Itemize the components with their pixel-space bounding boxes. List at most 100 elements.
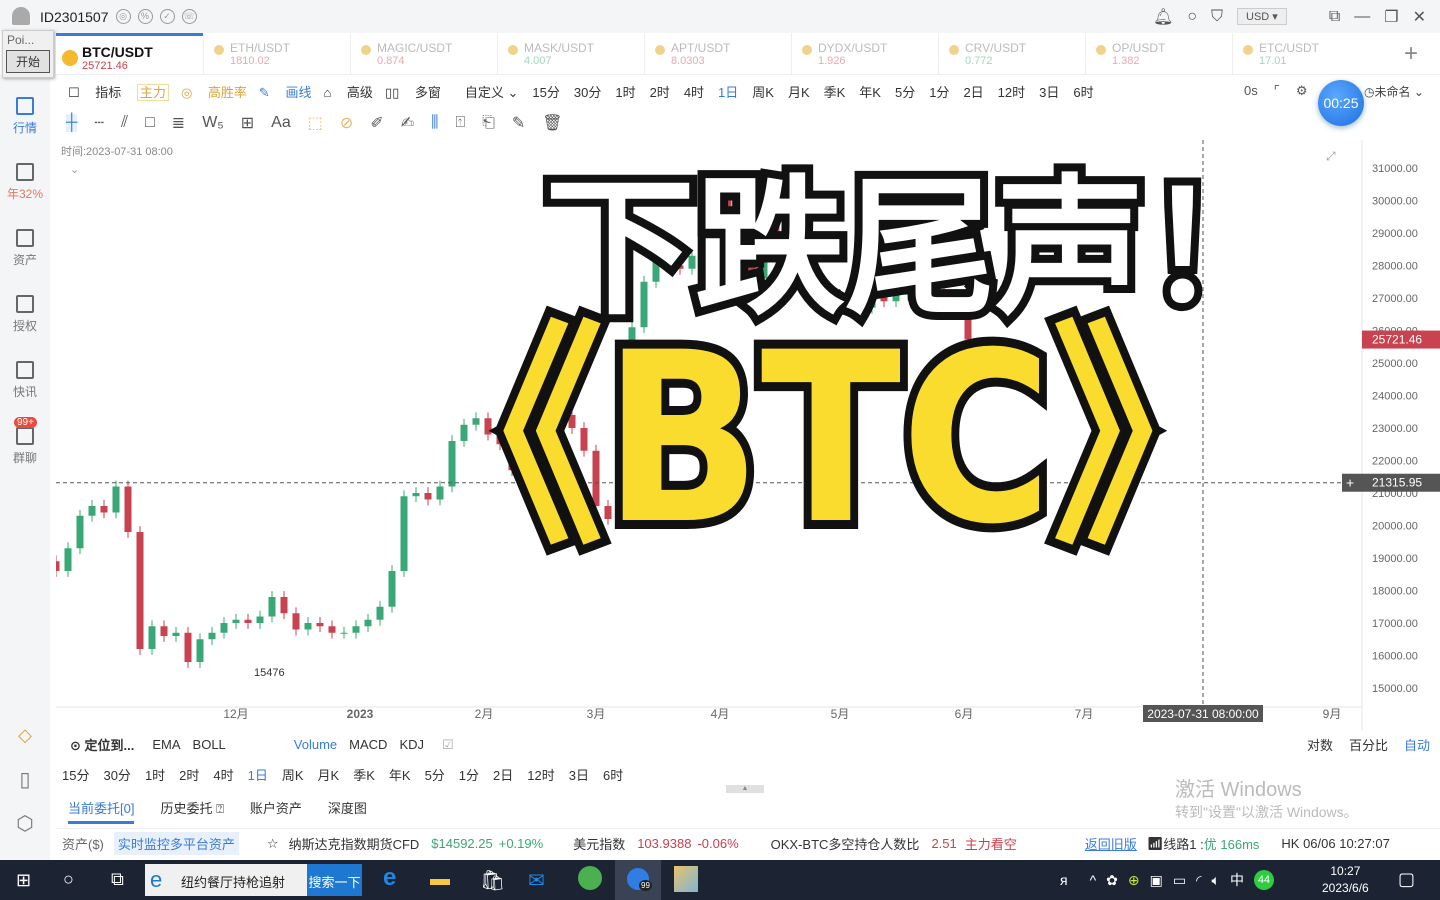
period-15分[interactable]: 15分 xyxy=(532,82,559,101)
close-button[interactable]: ✕ xyxy=(1413,7,1426,27)
layout-select[interactable]: ◷未命名 ⌄ xyxy=(1364,83,1424,100)
symbol-tab[interactable]: OP/USDT 1.382 xyxy=(1085,33,1232,75)
symbol-tab[interactable]: APT/USDT 8.0303 xyxy=(644,33,791,75)
add-tab-button[interactable]: + xyxy=(1404,40,1418,68)
symbol-tab[interactable]: BTC/USDT 25721.46 xyxy=(56,33,203,75)
period-1时[interactable]: 1时 xyxy=(615,82,635,101)
diamond-icon[interactable]: ◇ xyxy=(0,725,50,746)
advanced-button[interactable]: ⌂ 高级 xyxy=(323,82,372,101)
log-scale-button[interactable]: 对数 xyxy=(1307,735,1333,754)
sidebar-item-yield[interactable]: 年32% xyxy=(0,163,50,202)
brush-icon[interactable]: ✍ xyxy=(401,113,414,133)
people-icon[interactable]: ᴙ xyxy=(1060,872,1068,888)
ruler-icon[interactable]: ✐ xyxy=(370,113,383,133)
taskbar-clock[interactable]: 10:27 2023/6/6 xyxy=(1322,863,1369,897)
start-button[interactable]: 开始 xyxy=(6,50,50,73)
bookmark-icon[interactable]: ⎗ xyxy=(482,114,495,132)
symbol-tab[interactable]: CRV/USDT 0.772 xyxy=(938,33,1085,75)
multi-window-button[interactable]: ▯▯ 多窗 xyxy=(385,82,441,101)
power-icon[interactable]: ▭ xyxy=(1173,872,1186,889)
wave-tool-icon[interactable]: W₅ xyxy=(202,114,224,132)
period-15分[interactable]: 15分 xyxy=(62,765,89,784)
period-6时[interactable]: 6时 xyxy=(603,765,623,784)
wifi-icon[interactable]: ◜ xyxy=(1196,872,1201,889)
symbol-tab[interactable]: MASK/USDT 4.007 xyxy=(497,33,644,75)
mail-icon[interactable]: ✉ xyxy=(528,868,545,893)
phone-icon[interactable]: ☏ xyxy=(181,9,197,24)
draw-button[interactable]: ✎ 画线 xyxy=(259,82,312,101)
period-2时[interactable]: 2时 xyxy=(179,765,199,784)
symbol-tab[interactable]: ETC/USDT 17.01 xyxy=(1232,33,1379,75)
period-年K[interactable]: 年K xyxy=(859,82,881,101)
period-年K[interactable]: 年K xyxy=(389,765,411,784)
avatar[interactable] xyxy=(12,7,30,25)
candles-icon[interactable]: ⫼ xyxy=(431,114,438,132)
app-map-icon[interactable] xyxy=(674,866,698,892)
period-月K[interactable]: 月K xyxy=(788,82,810,101)
period-1日[interactable]: 1日 xyxy=(718,82,738,101)
period-2日[interactable]: 2日 xyxy=(493,765,513,784)
period-4时[interactable]: 4时 xyxy=(684,82,704,101)
lock-icon[interactable]: ⍐ xyxy=(455,114,465,132)
edge-icon[interactable]: e xyxy=(383,864,396,892)
tray-badge[interactable]: 44 xyxy=(1253,870,1274,890)
period-5分[interactable]: 5分 xyxy=(425,765,445,784)
sidebar-item-market[interactable]: 行情 xyxy=(0,97,50,136)
period-5分[interactable]: 5分 xyxy=(895,82,915,101)
tablet-icon[interactable]: ▯ xyxy=(0,767,50,792)
app-green-icon[interactable] xyxy=(578,866,602,890)
collapse-handle[interactable]: ▲ xyxy=(726,785,764,793)
period-2日[interactable]: 2日 xyxy=(963,82,983,101)
period-月K[interactable]: 月K xyxy=(318,765,340,784)
tray-app-icon[interactable]: ✿ xyxy=(1106,872,1118,889)
trash-icon[interactable]: 🗑︎ xyxy=(542,113,562,133)
notification-icon[interactable]: ▢ xyxy=(1398,869,1415,890)
boll-toggle[interactable]: BOLL xyxy=(193,737,226,752)
tab-account-assets[interactable]: 账户资产 xyxy=(250,798,302,824)
maximize-button[interactable]: ❐ xyxy=(1384,7,1398,27)
screenshot-icon[interactable]: ⌜ xyxy=(1274,83,1280,99)
text-tool-icon[interactable]: Aa xyxy=(271,114,291,132)
sidebar-item-chat[interactable]: 群聊 99+ xyxy=(0,417,50,466)
note-icon[interactable]: ✎ xyxy=(512,113,525,133)
search-icon[interactable]: ○ xyxy=(1187,8,1197,26)
sidebar-item-auth[interactable]: 授权 xyxy=(0,295,50,334)
period-3日[interactable]: 3日 xyxy=(1039,82,1059,101)
period-1分[interactable]: 1分 xyxy=(929,82,949,101)
app-trading-icon[interactable]: 99 xyxy=(615,860,661,900)
currency-select[interactable]: USD ▾ xyxy=(1237,8,1287,25)
period-4时[interactable]: 4时 xyxy=(213,765,233,784)
line-label[interactable]: 线路1 : xyxy=(1163,834,1203,853)
ime-indicator[interactable]: 中 xyxy=(1230,870,1244,890)
settings-icon[interactable]: ⚙ xyxy=(1296,83,1308,99)
tab-history-orders[interactable]: 历史委托 ⍰ xyxy=(160,798,223,824)
chevron-up-icon[interactable]: ^ xyxy=(1090,872,1097,888)
search-button[interactable]: 搜索一下 xyxy=(307,864,362,896)
period-30分[interactable]: 30分 xyxy=(574,82,601,101)
period-30分[interactable]: 30分 xyxy=(103,765,130,784)
period-12时[interactable]: 12时 xyxy=(998,82,1025,101)
symbol-tab[interactable]: ETH/USDT 1810.02 xyxy=(203,33,350,75)
bell-icon[interactable]: 🔔︎ xyxy=(1153,7,1173,27)
windows-start-icon[interactable]: ⊞ xyxy=(16,870,31,891)
fibonacci-tool-icon[interactable]: ≣ xyxy=(172,113,185,133)
tray-window-icon[interactable]: ▣ xyxy=(1150,872,1163,889)
link-icon[interactable]: ⊘ xyxy=(340,113,353,133)
symbol-tab[interactable]: MAGIC/USDT 0.874 xyxy=(350,33,497,75)
locate-button[interactable]: ⊙ 定位到... xyxy=(70,735,134,754)
volume-icon[interactable]: 🔈︎ xyxy=(1212,872,1220,889)
sidebar-item-news[interactable]: 快讯 xyxy=(0,361,50,400)
sidebar-item-assets[interactable]: 资产 xyxy=(0,229,50,268)
timer-bubble[interactable]: 00:25 xyxy=(1318,80,1364,126)
rectangle-tool-icon[interactable]: □ xyxy=(145,114,155,132)
kdj-toggle[interactable]: KDJ xyxy=(399,737,424,752)
period-2时[interactable]: 2时 xyxy=(650,82,670,101)
indicator-button[interactable]: ☐ 指标 主力 xyxy=(68,82,169,101)
percent-scale-button[interactable]: 百分比 xyxy=(1349,735,1388,754)
volume-toggle[interactable]: Volume xyxy=(294,737,337,752)
explorer-icon[interactable]: ▬ xyxy=(430,868,450,891)
search-box[interactable]: e 纽约餐厅持枪追射 xyxy=(145,864,307,896)
period-6时[interactable]: 6时 xyxy=(1073,82,1093,101)
edit-icon[interactable]: ☑ xyxy=(442,737,454,753)
price-range-icon[interactable]: ⬚ xyxy=(308,113,323,133)
